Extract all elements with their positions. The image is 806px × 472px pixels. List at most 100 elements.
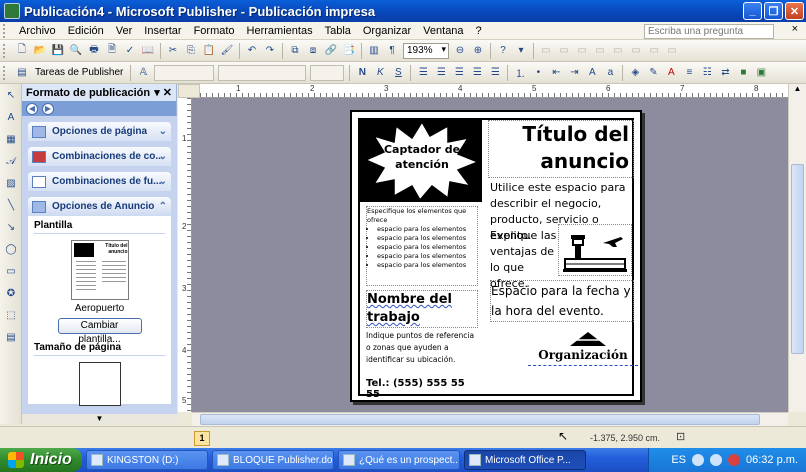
search-icon[interactable]: 🔍 [68, 43, 84, 59]
taskbar-item-browser[interactable]: ¿Qué es un prospect... [338, 450, 460, 470]
align-center-icon[interactable]: ☰ [433, 65, 449, 81]
bullets-icon[interactable]: • [530, 65, 546, 81]
back-icon[interactable]: ◀ [26, 102, 38, 115]
menu-insertar[interactable]: Insertar [138, 25, 187, 37]
workspace-canvas[interactable]: Captador de atención Título del anuncio … [192, 98, 788, 412]
taskbar-item-bloque[interactable]: BLOQUE Publisher.do... [212, 450, 334, 470]
increase-indent-icon[interactable]: ⇥ [566, 65, 582, 81]
restore-button[interactable]: ❐ [764, 2, 783, 20]
font-size-select[interactable] [310, 64, 345, 81]
bring-forward-icon[interactable]: ⧉ [287, 43, 303, 59]
toolbar-grip[interactable] [3, 43, 9, 58]
oval-icon[interactable]: ◯ [3, 241, 19, 257]
zoom-out-icon[interactable]: ⊖ [452, 43, 468, 59]
ad-title[interactable]: Título del anuncio [488, 120, 634, 178]
help-icon[interactable]: ? [495, 43, 511, 59]
zoom-in-icon[interactable]: ⊕ [470, 43, 486, 59]
pdf-icon[interactable]: 📑 [341, 43, 357, 59]
paste-icon[interactable]: 📋 [201, 43, 217, 59]
align-right-icon[interactable]: ☰ [451, 65, 467, 81]
special-chars-icon[interactable]: ¶ [384, 43, 400, 59]
underline-icon[interactable]: S [390, 65, 406, 81]
picture-frame-icon[interactable]: ▨ [3, 175, 19, 191]
save-icon[interactable]: 💾 [50, 43, 66, 59]
taskbar-item-kingston[interactable]: KINGSTON (D:) [86, 450, 208, 470]
columns-icon[interactable]: ▥ [366, 43, 382, 59]
menu-archivo[interactable]: Archivo [13, 25, 62, 37]
toolbar-grip[interactable] [3, 65, 9, 80]
publisher-app-icon[interactable] [4, 3, 20, 19]
line-style-icon[interactable]: ≡ [681, 65, 697, 81]
phone-number[interactable]: Tel.: (555) 555 55 55 [366, 378, 478, 400]
line-color-icon[interactable]: ✎ [645, 65, 661, 81]
organization-name[interactable]: Organización [528, 348, 638, 366]
font-color-icon[interactable]: A [663, 65, 679, 81]
research-icon[interactable]: 📖 [140, 43, 156, 59]
style-select[interactable] [154, 64, 215, 81]
select-objects-icon[interactable]: ↖ [3, 87, 19, 103]
close-document-button[interactable]: × [792, 23, 798, 35]
ruler-corner[interactable] [178, 84, 200, 98]
help-question-input[interactable]: Escriba una pregunta [644, 24, 774, 39]
section-page-options[interactable]: Opciones de página ⌄ [28, 122, 171, 141]
fill-color-icon[interactable]: ◈ [627, 65, 643, 81]
align-left-icon[interactable]: ☰ [415, 65, 431, 81]
section-font-schemes[interactable]: Combinaciones de fu... ⌄ [28, 172, 171, 191]
pane-scroll-down-icon[interactable]: ▼ [22, 414, 177, 424]
tasks-icon[interactable]: ▤ [14, 65, 30, 81]
wordart-icon[interactable]: 𝒜 [3, 153, 19, 169]
hotspot-icon[interactable]: ⬚ [3, 307, 19, 323]
menu-help[interactable]: ? [470, 25, 488, 37]
line-icon[interactable]: ╲ [3, 197, 19, 213]
section-ad-options[interactable]: Opciones de Anuncio ⌃ [28, 197, 171, 216]
autoshapes-icon[interactable]: ✪ [3, 285, 19, 301]
text-box-icon[interactable]: A [3, 109, 19, 125]
horizontal-ruler[interactable]: 1 2 3 4 5 6 7 8 [200, 84, 788, 98]
font-size-up-icon[interactable]: A [584, 65, 600, 81]
publication-page[interactable]: Captador de atención Título del anuncio … [350, 110, 642, 402]
horizontal-scroll-thumb[interactable] [200, 414, 760, 425]
distribute-icon[interactable]: ☰ [487, 65, 503, 81]
tray-icon[interactable] [710, 454, 723, 466]
start-button[interactable]: Inicio [0, 448, 82, 472]
new-icon[interactable]: 🗋 [14, 43, 30, 59]
3d-style-icon[interactable]: ▣ [753, 65, 769, 81]
template-thumbnail[interactable]: Título del anuncio [70, 240, 129, 300]
section-color-schemes[interactable]: Combinaciones de co... ⌄ [28, 147, 171, 166]
send-backward-icon[interactable]: ⧈ [305, 43, 321, 59]
dash-style-icon[interactable]: ☷ [699, 65, 715, 81]
minimize-button[interactable]: _ [743, 2, 762, 20]
justify-icon[interactable]: ☰ [469, 65, 485, 81]
menu-grip[interactable] [3, 23, 9, 38]
menu-ver[interactable]: Ver [110, 25, 139, 37]
items-list[interactable]: Especifique los elementos que ofrece esp… [366, 206, 478, 286]
copy-icon[interactable]: ⎘ [183, 43, 199, 59]
menu-organizar[interactable]: Organizar [357, 25, 417, 37]
vertical-scrollbar[interactable]: ▲ [788, 84, 806, 412]
hyperlink-icon[interactable]: 🔗 [323, 43, 339, 59]
close-window-button[interactable]: ✕ [785, 2, 804, 20]
security-tray-icon[interactable] [728, 454, 741, 466]
arrow-style-icon[interactable]: ⇄ [717, 65, 733, 81]
menu-formato[interactable]: Formato [188, 25, 241, 37]
event-date-time[interactable]: Espacio para la fecha y la hora del even… [490, 280, 634, 322]
taskbar-item-publisher[interactable]: Microsoft Office P... [464, 450, 586, 470]
font-select[interactable] [218, 64, 307, 81]
arrow-icon[interactable]: ↘ [3, 219, 19, 235]
change-template-button[interactable]: Cambiar plantilla... [57, 318, 142, 345]
decrease-indent-icon[interactable]: ⇤ [548, 65, 564, 81]
menu-edicion[interactable]: Edición [62, 25, 110, 37]
zoom-select[interactable]: 193% [403, 42, 449, 59]
spelling-icon[interactable]: ✓ [122, 43, 138, 59]
bold-icon[interactable]: N [354, 65, 370, 81]
vertical-ruler[interactable]: 1 2 3 4 5 [178, 98, 192, 412]
rectangle-icon[interactable]: ▭ [3, 263, 19, 279]
pane-close-icon[interactable]: ▾ ✕ [154, 86, 172, 99]
shadow-style-icon[interactable]: ■ [735, 65, 751, 81]
undo-icon[interactable]: ↶ [244, 43, 260, 59]
styles-icon[interactable]: 𝔸 [135, 65, 151, 81]
airport-image[interactable] [558, 224, 632, 276]
job-name[interactable]: Nombre del trabajo [366, 290, 478, 328]
landmarks-text[interactable]: Indique puntos de referencia o zonas que… [366, 330, 478, 366]
language-indicator[interactable]: ES [671, 454, 686, 466]
